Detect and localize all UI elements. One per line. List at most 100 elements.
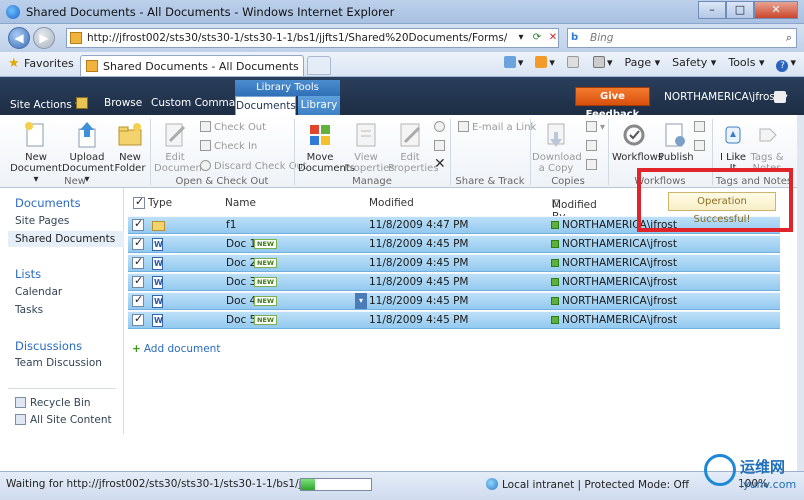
back-button[interactable]: ◀ — [8, 27, 30, 49]
column-type[interactable]: Type — [148, 197, 172, 209]
permissions-button[interactable] — [434, 140, 448, 152]
workflows-button[interactable]: Workflows — [612, 121, 663, 163]
nav-item-recycle-bin[interactable]: Recycle Bin — [15, 397, 91, 409]
row-modified-by[interactable]: NORTHAMERICA\jfrost — [551, 257, 677, 269]
refresh-icon[interactable]: ⟳ — [529, 31, 545, 45]
edit-properties-button[interactable]: Edit Properties — [388, 121, 439, 174]
word-document-icon — [152, 276, 163, 289]
group-new-label: New — [64, 176, 86, 187]
discard-check-out-button[interactable]: Discard Check Out — [200, 160, 307, 172]
send-to-icon — [586, 121, 597, 132]
recycle-bin-icon — [15, 397, 26, 408]
row-name[interactable]: Doc 2 — [226, 257, 256, 269]
table-row[interactable]: Doc 3 NEW 11/8/2009 4:45 PM NORTHAMERICA… — [128, 273, 780, 291]
mail-button[interactable] — [566, 56, 581, 72]
approve-button[interactable] — [694, 140, 708, 152]
check-out-button[interactable]: Check Out — [200, 121, 266, 133]
tab-documents[interactable]: Documents — [235, 96, 296, 115]
item-menu-dropdown-icon[interactable]: ▾ — [355, 293, 367, 309]
security-zone[interactable]: Local intranet | Protected Mode: Off — [486, 478, 689, 491]
dropdown-arrow-icon[interactable]: ▾ — [513, 31, 529, 45]
add-document-link[interactable]: + Add document — [132, 343, 220, 355]
safety-menu[interactable]: Safety ▾ — [672, 56, 716, 72]
table-row[interactable]: Doc 5 NEW 11/8/2009 4:45 PM NORTHAMERICA… — [128, 311, 780, 329]
row-modified-by[interactable]: NORTHAMERICA\jfrost — [551, 314, 677, 326]
nav-item-shared-documents[interactable]: Shared Documents — [8, 231, 124, 247]
send-to-button[interactable]: ▾ — [586, 121, 605, 133]
favorites-button[interactable]: ★ Favorites — [6, 56, 78, 73]
select-all-checkbox[interactable] — [133, 195, 145, 209]
go-to-source-button[interactable] — [586, 159, 600, 171]
version-history-button[interactable] — [434, 121, 448, 133]
vertical-scrollbar[interactable] — [797, 115, 804, 471]
unpublish-button[interactable] — [694, 121, 708, 133]
edit-document-button[interactable]: Edit Document — [154, 121, 206, 174]
row-checkbox[interactable] — [132, 236, 144, 250]
row-name[interactable]: Doc 3 — [226, 276, 256, 288]
forward-button[interactable]: ▶ — [33, 27, 55, 49]
nav-item-tasks[interactable]: Tasks — [15, 304, 43, 316]
delete-document-icon[interactable]: ✕ — [434, 156, 446, 172]
add-document-label: Add document — [143, 343, 221, 355]
row-checkbox[interactable] — [132, 255, 144, 269]
help-menu[interactable]: ? ▾ — [776, 56, 796, 72]
user-menu[interactable]: NORTHAMERICA\jfrost ▾ — [664, 91, 788, 103]
nav-item-all-site-content[interactable]: All Site Content — [15, 414, 112, 426]
close-window-button[interactable]: ✕ — [754, 1, 798, 19]
page-menu[interactable]: Page ▾ — [624, 56, 660, 72]
new-tab-button[interactable] — [307, 56, 331, 75]
feeds-button[interactable]: ▾ — [535, 56, 555, 72]
row-checkbox[interactable] — [132, 312, 144, 326]
row-checkbox[interactable] — [132, 274, 144, 288]
site-actions-menu[interactable]: Site Actions ▾ — [10, 99, 80, 111]
row-modified-by[interactable]: NORTHAMERICA\jfrost — [551, 276, 677, 288]
minimize-button[interactable]: – — [698, 1, 726, 19]
view-properties-button[interactable]: View Properties — [344, 121, 395, 174]
manage-copies-button[interactable] — [586, 140, 600, 152]
nav-item-team-discussion[interactable]: Team Discussion — [15, 357, 102, 369]
navigate-up-icon[interactable] — [76, 97, 88, 109]
search-icon[interactable]: ⌕ — [786, 31, 792, 45]
search-field[interactable]: b Bing ⌕ — [567, 28, 797, 48]
table-row[interactable]: Doc 4 NEW ▾ 11/8/2009 4:45 PM NORTHAMERI… — [128, 292, 780, 310]
row-modified-by[interactable]: NORTHAMERICA\jfrost — [551, 295, 677, 307]
home-button[interactable]: ▾ — [503, 56, 523, 72]
table-row[interactable]: Doc 1 NEW 11/8/2009 4:45 PM NORTHAMERICA… — [128, 235, 780, 253]
move-documents-button[interactable]: Move Documents — [298, 121, 355, 174]
publish-button[interactable]: Publish — [658, 121, 694, 163]
row-checkbox[interactable] — [132, 293, 144, 307]
new-folder-button[interactable]: New Folder — [114, 121, 146, 174]
row-name[interactable]: Doc 1 — [226, 238, 256, 250]
give-feedback-button[interactable]: Give Feedback — [575, 87, 650, 120]
i-like-it-button[interactable]: I Like It — [716, 121, 750, 174]
nav-heading-documents[interactable]: Documents — [15, 196, 81, 210]
address-field[interactable]: http://jfrost002/sts30/sts30-1/sts30-1-1… — [66, 28, 559, 48]
row-name[interactable]: Doc 5 — [226, 314, 256, 326]
download-copy-button[interactable]: Download a Copy — [532, 121, 582, 174]
tags-notes-button[interactable]: Tags & Notes — [750, 121, 784, 174]
table-row[interactable]: Doc 2 NEW 11/8/2009 4:45 PM NORTHAMERICA… — [128, 254, 780, 272]
security-zone-label: Local intranet | Protected Mode: Off — [502, 479, 690, 491]
star-icon: ★ — [8, 56, 20, 71]
check-in-button[interactable]: Check In — [200, 140, 257, 152]
row-name[interactable]: Doc 4 — [226, 295, 256, 307]
user-settings-icon[interactable] — [774, 91, 786, 103]
nav-heading-discussions[interactable]: Discussions — [15, 339, 82, 353]
email-link-button[interactable]: E-mail a Link — [458, 121, 536, 133]
nav-heading-lists[interactable]: Lists — [15, 267, 41, 281]
browser-tab[interactable]: Shared Documents - All Documents — [80, 55, 304, 76]
column-modified[interactable]: Modified — [369, 197, 414, 209]
row-name[interactable]: f1 — [226, 219, 236, 231]
print-button[interactable]: ▾ — [592, 56, 612, 72]
group-manage-label: Manage — [352, 176, 392, 187]
nav-item-calendar[interactable]: Calendar — [15, 286, 62, 298]
maximize-button[interactable]: □ — [726, 1, 754, 19]
stop-icon[interactable]: ✕ — [545, 31, 561, 45]
tab-library[interactable]: Library — [298, 96, 340, 115]
tools-menu[interactable]: Tools ▾ — [728, 56, 764, 72]
nav-item-site-pages[interactable]: Site Pages — [15, 215, 69, 227]
tab-browse[interactable]: Browse — [104, 97, 142, 109]
column-name[interactable]: Name — [225, 197, 256, 209]
row-checkbox[interactable] — [132, 217, 144, 231]
row-modified-by[interactable]: NORTHAMERICA\jfrost — [551, 238, 677, 250]
